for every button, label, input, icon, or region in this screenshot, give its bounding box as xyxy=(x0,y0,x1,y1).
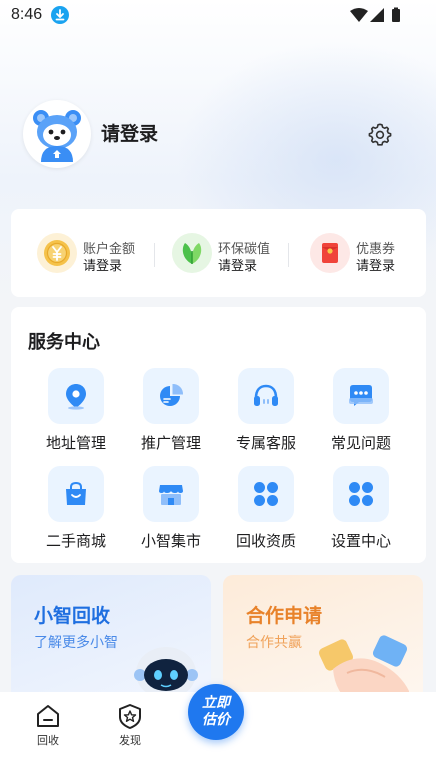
status-bar: 8:46 xyxy=(0,0,436,30)
nav-label: 回收 xyxy=(37,735,59,747)
divider xyxy=(288,243,289,267)
service-recycling-qualification[interactable]: 回收资质 xyxy=(220,466,310,556)
service-label: 设置中心 xyxy=(330,533,391,550)
service-customer-support[interactable]: 专属客服 xyxy=(220,368,310,458)
service-xiaozhi-market[interactable]: 小智集市 xyxy=(125,466,215,556)
service-settings-center[interactable]: 设置中心 xyxy=(315,466,405,556)
pie-chart-icon xyxy=(143,368,199,424)
login-prompt[interactable]: 请登录 xyxy=(101,119,158,146)
service-second-hand-mall[interactable]: 二手商城 xyxy=(30,466,120,556)
valuation-line2: 估价 xyxy=(202,711,230,727)
storefront-icon xyxy=(143,466,199,522)
download-icon xyxy=(51,6,69,24)
banner-subtitle: 合作共赢 xyxy=(246,634,302,650)
red-envelope-icon xyxy=(310,233,350,273)
service-label: 推广管理 xyxy=(140,435,201,452)
four-petal-icon xyxy=(333,466,389,522)
wifi-icon xyxy=(350,8,368,22)
coupon-value: 请登录 xyxy=(356,258,396,273)
valuation-line1: 立即 xyxy=(202,694,230,710)
coin-icon xyxy=(37,233,77,273)
service-label: 常见问题 xyxy=(330,435,391,452)
location-pin-icon xyxy=(48,368,104,424)
xiaozhi-recycling-banner[interactable]: 小智回收 了解更多小智 xyxy=(11,575,211,705)
battery-icon xyxy=(392,9,400,22)
status-time: 8:46 xyxy=(11,6,43,23)
avatar[interactable] xyxy=(23,100,91,168)
service-center-card: 服务中心 地址管理 推广管理 专属客服 常见问题 二手商城 小智集市 回收资质 … xyxy=(11,307,426,563)
banner-title: 合作申请 xyxy=(246,606,323,627)
instant-valuation-label: 立即 估价 xyxy=(188,694,244,728)
four-petal-icon xyxy=(238,466,294,522)
discover-icon xyxy=(119,704,141,729)
signal-icon xyxy=(370,8,384,22)
service-label: 地址管理 xyxy=(45,435,106,452)
home-icon xyxy=(37,705,59,727)
banner-title: 小智回收 xyxy=(34,606,111,627)
service-label: 专属客服 xyxy=(235,435,296,452)
nav-tab-discover[interactable]: 发现 xyxy=(102,700,158,750)
carbon-value: 请登录 xyxy=(218,258,258,273)
service-label: 二手商城 xyxy=(45,533,106,550)
settings-gear-icon[interactable] xyxy=(368,123,392,147)
system-status-icons xyxy=(350,7,400,22)
nav-label: 发现 xyxy=(119,735,141,747)
shopping-bag-icon xyxy=(48,466,104,522)
cooperation-application-banner[interactable]: 合作申请 合作共赢 xyxy=(223,575,423,705)
instant-valuation-button[interactable]: 立即 估价 xyxy=(188,684,244,740)
account-value: 请登录 xyxy=(83,258,123,273)
banner-subtitle: 了解更多小智 xyxy=(34,634,118,650)
leaf-icon xyxy=(172,233,212,273)
divider xyxy=(154,243,155,267)
service-faq[interactable]: 常见问题 xyxy=(315,368,405,458)
service-address-management[interactable]: 地址管理 xyxy=(30,368,120,458)
headset-icon xyxy=(238,368,294,424)
service-label: 小智集市 xyxy=(140,533,201,550)
account-summary-card: 账户金额 请登录 环保碳值 请登录 优惠券 请登录 xyxy=(11,209,426,297)
service-center-title: 服务中心 xyxy=(28,332,100,352)
service-label: 回收资质 xyxy=(235,533,296,550)
service-promotion-management[interactable]: 推广管理 xyxy=(125,368,215,458)
bear-mascot-icon xyxy=(33,110,81,162)
chat-bubble-icon xyxy=(333,368,389,424)
nav-tab-recycle[interactable]: 回收 xyxy=(20,700,76,750)
